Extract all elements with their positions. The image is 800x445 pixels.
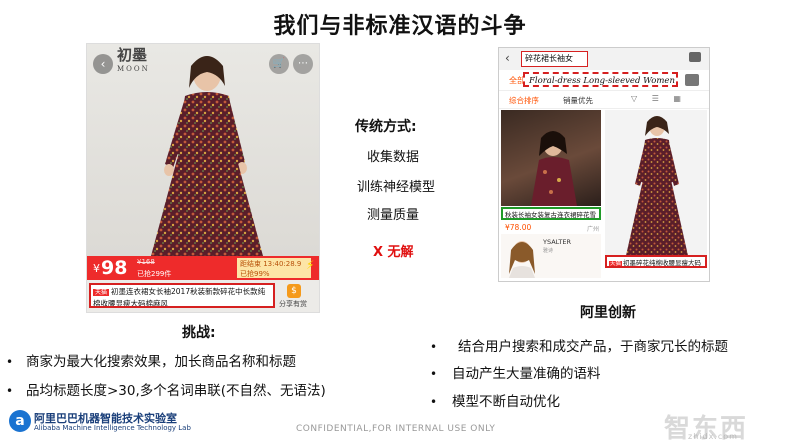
- currency-symbol: ¥: [93, 262, 100, 275]
- bullet-dot: •: [430, 395, 438, 409]
- camera-icon[interactable]: [689, 52, 701, 62]
- model-photo-left: [531, 131, 577, 206]
- sort-default[interactable]: 综合排序: [509, 95, 539, 106]
- price-value: 98: [101, 257, 128, 279]
- lightning-icon: ⚡: [306, 258, 315, 272]
- innovation-label: 阿里创新: [580, 305, 636, 321]
- filter-icons[interactable]: ▽ ☰ ▦: [631, 94, 687, 103]
- traditional-item: 测量质量: [367, 208, 420, 223]
- tmall-tag: 天猫: [609, 261, 623, 267]
- back-icon[interactable]: ‹: [505, 51, 510, 65]
- tmall-tag: 天猫: [93, 289, 110, 296]
- product-title: 初墨连衣裙女长袖2017秋装新款碎花中长款纯棉收腰显瘦大码棉麻风: [93, 287, 266, 308]
- result-location-left: 广州: [587, 226, 600, 233]
- watermark-en: zhidx.com: [688, 432, 738, 441]
- search-query-highlight[interactable]: 碎花裙长袖女: [521, 51, 588, 67]
- innovation-bullet: • 结合用户搜索和成交产品，于商家冗长的标题: [430, 335, 728, 355]
- sort-sales[interactable]: 销量优先: [563, 95, 593, 106]
- result-image-left[interactable]: [501, 110, 601, 206]
- brand-logo: 初墨 MOON: [117, 47, 157, 79]
- innovation-bullet: • 自动产生大量准确的语料: [430, 362, 601, 382]
- back-icon[interactable]: ‹: [93, 54, 113, 74]
- cart-icon[interactable]: 🛒: [269, 54, 289, 74]
- alibaba-lab-logo: a: [9, 410, 31, 432]
- share-icon[interactable]: $: [287, 284, 301, 298]
- ad-banner[interactable]: YSALTER 雅诗: [501, 234, 601, 278]
- sold-count: 已抢299件: [137, 270, 172, 278]
- product-title-highlight: 天猫 初墨连衣裙女长袖2017秋装新款碎花中长款纯棉收腰显瘦大码棉麻风: [89, 283, 275, 308]
- more-icon[interactable]: ⋯: [293, 54, 313, 74]
- brand-name-en: MOON: [117, 65, 150, 73]
- confidential-notice: CONFIDENTIAL,FOR INTERNAL USE ONLY: [296, 424, 496, 434]
- traditional-item: 收集数据: [367, 150, 420, 165]
- search-results-screenshot: ‹ 碎花裙长袖女 全部 Floral-dress Long-sleeved Wo…: [498, 47, 710, 282]
- countdown-box: 距结束 13:40:28.9 已抢99%: [237, 258, 311, 278]
- bullet-dot: •: [430, 340, 438, 354]
- bullet-dot: •: [6, 384, 14, 398]
- ad-brand: YSALTER: [543, 238, 571, 246]
- traditional-item: 训练神经模型: [357, 180, 436, 195]
- filter-row: 综合排序 销量优先 ▽ ☰ ▦: [499, 92, 709, 109]
- slide-title: 我们与非标准汉语的斗争: [273, 14, 527, 39]
- result-caption-right-text: 初墨碎花纯棉收腰显瘦大码: [623, 259, 702, 267]
- result-price-left: ¥78.00: [505, 223, 532, 232]
- camera-icon[interactable]: [685, 74, 699, 86]
- no-solution-label: X 无解: [373, 245, 414, 260]
- ad-model-image: [509, 241, 535, 278]
- bullet-dot: •: [6, 355, 14, 369]
- challenge-bullet: • 品均标题长度>30,多个名词串联(不自然、无语法): [6, 379, 326, 399]
- search-bar-row: ‹ 碎花裙长袖女: [499, 48, 709, 70]
- challenge-bullet-text: 品均标题长度>30,多个名词串联(不自然、无语法): [26, 383, 326, 399]
- countdown-progress: 已抢99%: [240, 270, 270, 278]
- innovation-bullet-text: 结合用户搜索和成交产品，于商家冗长的标题: [458, 339, 728, 355]
- innovation-bullet-text: 自动产生大量准确的语料: [452, 366, 601, 382]
- translated-query-highlight: Floral-dress Long-sleeved Women: [523, 72, 678, 87]
- result-caption-left[interactable]: 秋装长袖女装复古连衣裙碎花雪: [501, 207, 601, 220]
- product-detail-screenshot: ‹ 初墨 MOON 🛒 ⋯ ¥ 98 ¥168 已抢299件 距结束 13:40…: [86, 43, 320, 313]
- price-bar: ¥ 98 ¥168 已抢299件 距结束 13:40:28.9 已抢99% ⚡: [87, 256, 319, 280]
- challenge-label: 挑战:: [182, 325, 216, 341]
- traditional-heading: 传统方式:: [355, 119, 417, 135]
- result-caption-right[interactable]: 天猫 初墨碎花纯棉收腰显瘦大码: [605, 255, 707, 268]
- challenge-bullet-text: 商家为最大化搜索效果，加长商品名称和标题: [26, 354, 296, 370]
- bullet-dot: •: [430, 367, 438, 381]
- innovation-bullet-text: 模型不断自动优化: [452, 394, 560, 410]
- brand-name-cn: 初墨: [117, 46, 148, 64]
- lab-name-en: Alibaba Machine Intelligence Technology …: [34, 424, 191, 432]
- countdown-timer: 距结束 13:40:28.9: [240, 260, 302, 268]
- share-label[interactable]: 分享有赏: [279, 299, 307, 309]
- result-image-right[interactable]: [605, 110, 707, 260]
- original-price: ¥168: [137, 258, 155, 266]
- challenge-bullet: • 商家为最大化搜索效果，加长商品名称和标题: [6, 350, 296, 370]
- model-photo-right: [625, 116, 689, 260]
- innovation-bullet: • 模型不断自动优化: [430, 390, 560, 410]
- ad-subtitle: 雅诗: [543, 248, 554, 254]
